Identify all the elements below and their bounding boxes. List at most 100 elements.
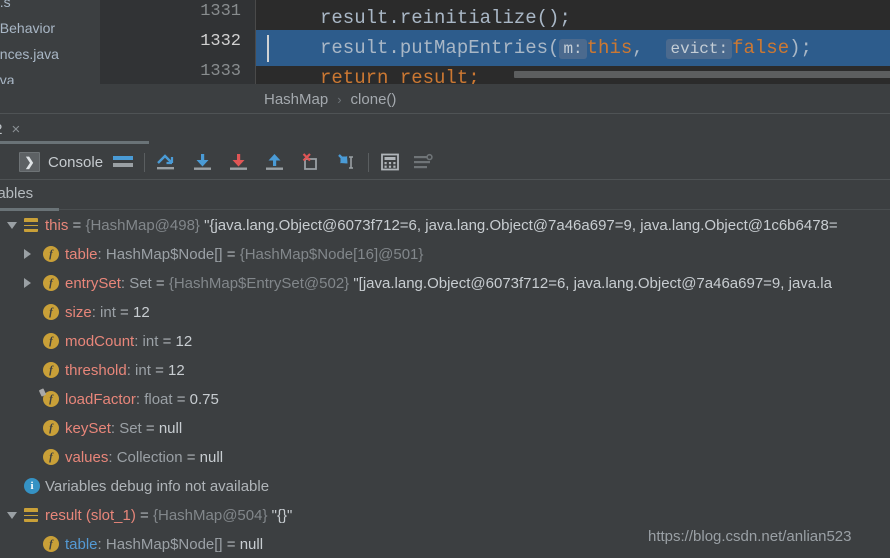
variable-type: : int — [126, 362, 151, 379]
console-button-label: Console — [48, 153, 104, 171]
variable-row[interactable]: f loadFactor: float = 0.75 — [0, 385, 890, 414]
variable-equals: = — [151, 275, 169, 292]
variable-row[interactable]: f threshold: int = 12 — [0, 356, 890, 385]
debugger-window: ...s eBehavior ences.java ava 1331 1332 … — [0, 0, 890, 558]
breadcrumb: HashMap › clone() — [264, 84, 396, 114]
debugger-toolbar: ❯ Console — [0, 144, 890, 180]
layout-settings-button[interactable] — [410, 150, 436, 174]
editor-hscrollbar-thumb[interactable] — [514, 71, 890, 78]
variable-equals: = — [135, 507, 153, 524]
variable-row[interactable]: f size: int = 12 — [0, 298, 890, 327]
project-file-0[interactable]: ...s — [0, 0, 11, 10]
chevron-right-icon[interactable] — [24, 249, 31, 259]
variable-row[interactable]: i Variables debug info not available — [0, 472, 890, 501]
param-hint-evict: evict: — [666, 39, 733, 59]
project-file-3[interactable]: ava — [0, 72, 15, 84]
variable-row-text: threshold: int = 12 — [65, 356, 185, 385]
code-token-comma: , — [632, 37, 644, 59]
debug-session-tab-row: t2 × — [0, 114, 890, 144]
code-editor[interactable]: result.reinitialize(); result.putMapEntr… — [255, 0, 890, 84]
variable-row[interactable]: f keySet: Set = null — [0, 414, 890, 443]
chevron-down-icon[interactable] — [7, 512, 17, 519]
variable-value: null — [158, 420, 183, 437]
variable-row[interactable]: result (slot_1) = {HashMap@504} "{}" — [0, 501, 890, 530]
drop-frame-button[interactable] — [298, 150, 324, 174]
debug-session-tab-label: t2 — [0, 121, 3, 138]
variable-name: size — [65, 304, 92, 321]
force-step-into-icon — [230, 154, 247, 170]
variable-row-text: loadFactor: float = 0.75 — [65, 385, 219, 414]
variables-tree[interactable]: this = {HashMap@498} "{java.lang.Object@… — [0, 211, 890, 558]
step-out-button[interactable] — [262, 150, 288, 174]
run-to-cursor-button[interactable] — [334, 150, 360, 174]
field-icon: f — [43, 333, 59, 349]
editor-hscrollbar-track[interactable] — [510, 70, 890, 79]
object-icon — [24, 508, 38, 522]
variable-type: : HashMap$Node[] — [97, 246, 223, 263]
show-execution-point-button[interactable] — [110, 150, 136, 174]
code-token-return-value: result; — [388, 67, 480, 84]
step-over-button[interactable] — [153, 150, 179, 174]
variable-type: : int — [134, 333, 159, 350]
chevron-down-icon[interactable] — [7, 222, 17, 229]
editor-gutter[interactable]: 1331 1332 1333 — [100, 0, 255, 84]
variable-value: "{java.lang.Object@6073f712=6, java.lang… — [204, 217, 838, 234]
variable-equals: = — [222, 536, 240, 553]
project-file-2[interactable]: ences.java — [0, 46, 59, 62]
editor-strip: ...s eBehavior ences.java ava 1331 1332 … — [0, 0, 890, 84]
breadcrumb-method[interactable]: clone() — [351, 91, 397, 108]
force-step-into-button[interactable] — [226, 150, 252, 174]
variables-tab-label[interactable]: riables — [0, 185, 33, 202]
variable-row[interactable]: this = {HashMap@498} "{java.lang.Object@… — [0, 211, 890, 240]
variable-row-text: table: HashMap$Node[] = null — [65, 530, 263, 558]
variables-header-divider — [59, 209, 890, 210]
variable-value: 0.75 — [189, 391, 219, 408]
variable-value: "{}" — [271, 507, 293, 524]
code-token-close-paren: ); — [789, 37, 812, 59]
close-icon[interactable]: × — [12, 122, 21, 137]
variable-row-text: Variables debug info not available — [45, 472, 269, 501]
console-button[interactable]: ❯ Console — [19, 151, 103, 173]
variable-name: loadFactor — [65, 391, 136, 408]
variable-name: table — [65, 536, 98, 553]
variable-row[interactable]: f entrySet: Set = {HashMap$EntrySet@502} … — [0, 269, 890, 298]
variable-equals: = — [141, 420, 159, 437]
variable-reference: {HashMap@498} — [85, 217, 200, 234]
debug-session-tab[interactable]: t2 × — [0, 114, 20, 144]
variable-equals: = — [172, 391, 190, 408]
code-token-putmapentries: .putMapEntries( — [388, 37, 560, 59]
breadcrumb-class[interactable]: HashMap — [264, 91, 328, 108]
evaluate-expression-icon — [380, 153, 399, 171]
chevron-right-icon[interactable] — [24, 278, 31, 288]
variable-reference: {HashMap$EntrySet@502} — [168, 275, 350, 292]
variable-row[interactable]: f values: Collection = null — [0, 443, 890, 472]
code-token-this: this — [586, 37, 633, 59]
field-icon: f — [43, 275, 59, 291]
line-number-1331: 1331 — [200, 2, 241, 21]
variable-notice-text: Variables debug info not available — [45, 478, 270, 495]
variable-type: : int — [91, 304, 116, 321]
console-icon: ❯ — [19, 152, 40, 172]
variable-name: this — [45, 217, 69, 234]
step-into-button[interactable] — [190, 150, 216, 174]
toolbar-separator — [144, 153, 145, 172]
variable-row[interactable]: f modCount: int = 12 — [0, 327, 890, 356]
line-number-1332: 1332 — [200, 32, 241, 51]
project-file-1[interactable]: eBehavior — [0, 20, 55, 36]
variable-row-text: size: int = 12 — [65, 298, 150, 327]
project-tool-window[interactable]: ...s eBehavior ences.java ava — [0, 0, 100, 84]
variable-equals: = — [115, 304, 133, 321]
variable-value: null — [199, 449, 224, 466]
evaluate-expression-button[interactable] — [377, 150, 403, 174]
code-token-result: result — [320, 7, 389, 29]
gutter-divider — [255, 60, 256, 84]
line-number-1333: 1333 — [200, 62, 241, 81]
variable-row-text: keySet: Set = null — [65, 414, 182, 443]
field-icon: f — [43, 246, 59, 262]
variable-row-text: this = {HashMap@498} "{java.lang.Object@… — [45, 211, 838, 240]
show-execution-point-icon — [113, 156, 133, 167]
variable-row[interactable]: f table: HashMap$Node[] = {HashMap$Node[1… — [0, 240, 890, 269]
toolbar-separator — [368, 153, 369, 172]
variable-value: 12 — [175, 333, 193, 350]
variable-name: keySet — [65, 420, 111, 437]
